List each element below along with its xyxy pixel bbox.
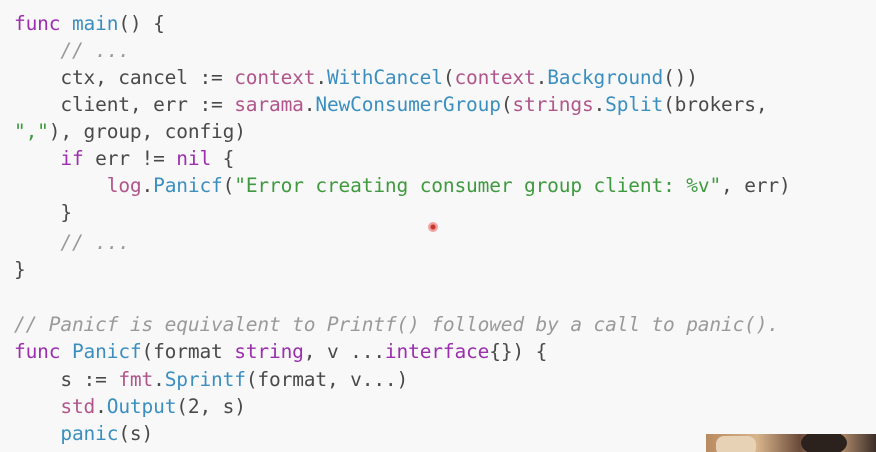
- code-token: (2, s): [176, 395, 246, 418]
- code-line-13: func Panicf(format string, v ...interfac…: [14, 338, 547, 365]
- code-token: log: [106, 174, 142, 197]
- code-token: {}) {: [489, 340, 548, 363]
- code-token: }: [14, 201, 72, 224]
- code-token: () {: [118, 12, 165, 35]
- code-token: Panicf: [71, 340, 142, 363]
- code-line-5: ","), group, config): [14, 118, 246, 145]
- code-token: nil: [176, 147, 212, 170]
- code-token: func: [14, 340, 72, 363]
- code-token: if: [60, 147, 84, 170]
- code-token: // ...: [14, 39, 130, 62]
- code-token: ",": [14, 120, 49, 143]
- code-token: // ...: [14, 231, 130, 254]
- code-token: "Error creating consumer group client: %…: [234, 174, 722, 197]
- code-line-8: }: [14, 199, 72, 226]
- code-token: context: [234, 66, 316, 89]
- code-line-15: std.Output(2, s): [14, 393, 246, 420]
- code-token: (: [222, 174, 235, 197]
- code-token: ), group, config): [48, 120, 246, 143]
- code-token: context: [454, 66, 536, 89]
- code-token: ctx, cancel :=: [14, 66, 235, 89]
- code-token: strings: [512, 93, 594, 116]
- code-token: string: [234, 340, 304, 363]
- code-token: Split: [605, 93, 664, 116]
- code-line-1: func main() {: [14, 10, 165, 37]
- code-token: s :=: [14, 368, 119, 391]
- code-token: Output: [106, 395, 177, 418]
- code-editor: func main() { // ... ctx, cancel := cont…: [0, 0, 876, 452]
- code-line-2: // ...: [14, 37, 130, 64]
- code-line-16: panic(s): [14, 420, 153, 447]
- code-token: Panicf: [153, 174, 223, 197]
- code-token: .: [535, 66, 548, 89]
- code-token: client, err :=: [14, 93, 235, 116]
- code-token: .: [593, 93, 606, 116]
- code-line-14: s := fmt.Sprintf(format, v...): [14, 366, 408, 393]
- code-token: (s): [118, 422, 154, 445]
- code-token: , v ...: [303, 340, 385, 363]
- code-token: .: [141, 174, 154, 197]
- code-line-3: ctx, cancel := context.WithCancel(contex…: [14, 64, 698, 91]
- code-line-10: }: [14, 256, 26, 283]
- code-line-6: if err != nil {: [14, 145, 234, 172]
- code-token: std: [60, 395, 96, 418]
- code-token: {: [211, 147, 235, 170]
- code-token: Background: [547, 66, 664, 89]
- code-token: (: [500, 93, 513, 116]
- code-token: }: [14, 258, 26, 281]
- code-token: .: [153, 368, 165, 391]
- code-line-12: // Panicf is equivalent to Printf() foll…: [14, 311, 779, 338]
- code-token: (brokers,: [663, 93, 768, 116]
- code-token: // Panicf is equivalent to Printf() foll…: [14, 313, 779, 336]
- code-token: .: [315, 66, 327, 89]
- code-token: func: [14, 12, 72, 35]
- code-token: panic: [60, 422, 119, 445]
- code-token: ()): [663, 66, 698, 89]
- pointer-cursor-icon: [428, 222, 438, 232]
- code-token: main: [71, 12, 119, 35]
- code-line-7: log.Panicf("Error creating consumer grou…: [14, 172, 791, 199]
- code-token: err !=: [83, 147, 177, 170]
- code-token: fmt: [118, 368, 154, 391]
- code-token: NewConsumerGroup: [315, 93, 501, 116]
- webcam-thumbnail: [706, 434, 876, 452]
- code-line-9: // ...: [14, 229, 130, 256]
- code-token: .: [303, 93, 316, 116]
- code-token: Sprintf: [164, 368, 246, 391]
- code-token: (format: [141, 340, 235, 363]
- code-token: interface: [384, 340, 490, 363]
- code-line-4: client, err := sarama.NewConsumerGroup(s…: [14, 91, 767, 118]
- code-token: (format, v...): [245, 368, 409, 391]
- code-token: , err): [721, 174, 791, 197]
- code-token: sarama: [234, 93, 304, 116]
- code-token: .: [95, 395, 107, 418]
- code-token: (: [442, 66, 455, 89]
- code-token: WithCancel: [326, 66, 443, 89]
